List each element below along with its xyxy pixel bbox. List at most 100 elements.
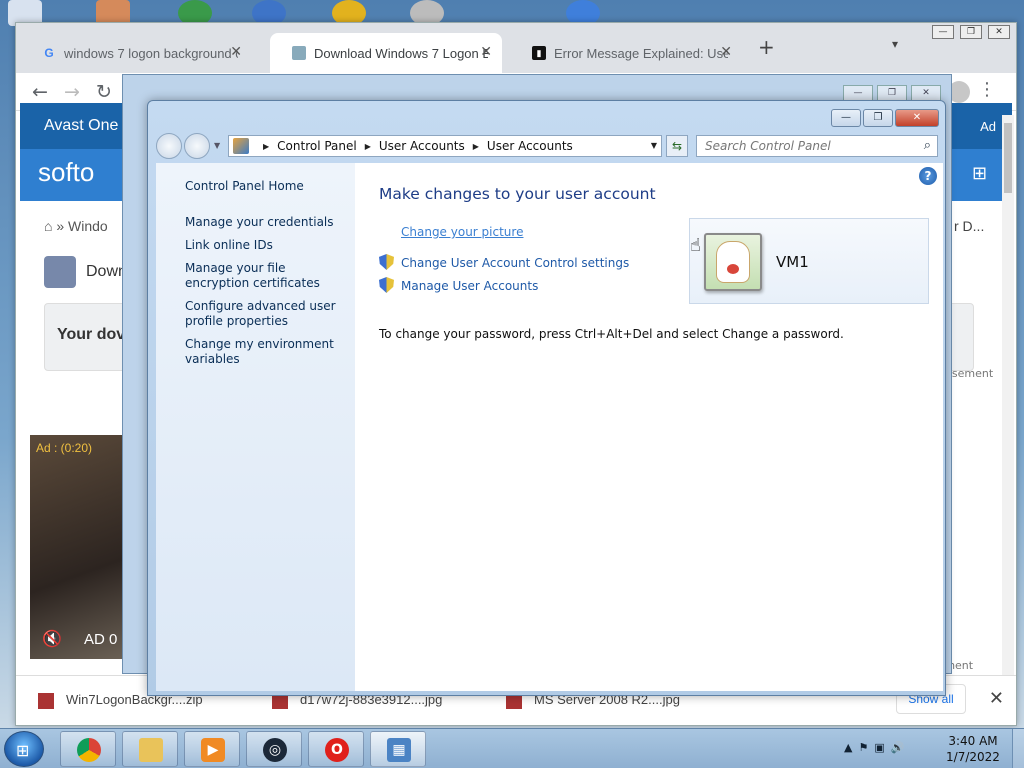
taskbar-media-player[interactable]: ▶: [184, 731, 240, 767]
address-segment[interactable]: User Accounts: [379, 139, 465, 153]
reload-icon[interactable]: ↻: [96, 81, 112, 103]
forward-arrow-icon[interactable]: [184, 133, 210, 159]
video-ad-label: Ad : (0:20): [36, 441, 93, 455]
folder-icon: [139, 738, 163, 762]
sidebar-link-profile-properties[interactable]: Configure advanced user profile properti…: [185, 299, 345, 329]
chevron-right-icon[interactable]: ▶: [365, 142, 371, 151]
close-icon[interactable]: ✕: [480, 43, 492, 60]
tab-error-message[interactable]: ▮ Error Message Explained: User Pr ✕: [510, 33, 742, 73]
close-icon[interactable]: ✕: [988, 25, 1010, 39]
search-input[interactable]: Search Control Panel ⌕: [696, 135, 938, 157]
manage-accounts-link[interactable]: Manage User Accounts: [379, 277, 538, 293]
close-icon[interactable]: ✕: [720, 43, 732, 60]
opera-icon: O: [325, 738, 349, 762]
breadcrumb-item[interactable]: » Windo: [56, 218, 107, 234]
search-placeholder: Search Control Panel: [705, 139, 831, 153]
tower-icon: ▮: [532, 46, 546, 60]
softonic-icon: [292, 46, 306, 60]
sidebar-link-environment-variables[interactable]: Change my environment variables: [185, 337, 345, 367]
taskbar-chrome[interactable]: [60, 731, 116, 767]
chevron-right-icon[interactable]: ▶: [473, 142, 479, 151]
steam-icon: ◎: [263, 738, 287, 762]
forward-arrow-icon[interactable]: →: [64, 81, 80, 103]
sidebar-link-online-ids[interactable]: Link online IDs: [185, 238, 345, 253]
change-picture-link[interactable]: Change your picture: [401, 225, 523, 239]
refresh-icon[interactable]: ⇆: [666, 135, 688, 157]
taskbar-steam[interactable]: ◎: [246, 731, 302, 767]
lucky-cat-icon: [716, 241, 750, 283]
tab-strip: G windows 7 logon background ch ✕ Downlo…: [16, 23, 1016, 73]
menu-kebab-icon[interactable]: ⋮: [978, 79, 996, 100]
page-title: Make changes to your user account: [379, 185, 656, 203]
search-icon[interactable]: ⌕: [924, 138, 931, 153]
download-title: Down: [44, 256, 127, 288]
taskbar: ⊞ ▶ ◎ O ▦ ▲⚑▣🔊 3:40 AM 1/7/2022: [0, 728, 1024, 768]
control-panel-window: — ❐ ✕ ▼ ▶ Control Panel ▶ User Accounts …: [147, 100, 946, 696]
tab-title: Download Windows 7 Logon Ba: [314, 45, 488, 61]
close-icon[interactable]: ✕: [895, 109, 939, 127]
taskbar-control-panel[interactable]: ▦: [370, 731, 426, 767]
sidebar-link-home[interactable]: Control Panel Home: [185, 179, 345, 194]
windows-logo-icon: ⊞: [16, 741, 30, 760]
address-segment[interactable]: Control Panel: [277, 139, 357, 153]
clock-time: 3:40 AM: [948, 734, 998, 748]
back-arrow-icon[interactable]: [156, 133, 182, 159]
chevron-down-icon[interactable]: ▼: [214, 141, 220, 150]
task-sidebar: Control Panel Home Manage your credentia…: [156, 163, 355, 691]
system-tray[interactable]: ▲⚑▣🔊: [844, 741, 910, 754]
close-icon[interactable]: ✕: [989, 688, 1004, 709]
app-icon: [44, 256, 76, 288]
taskbar-explorer[interactable]: [122, 731, 178, 767]
user-account-card: VM1: [689, 218, 929, 304]
back-arrow-icon[interactable]: ←: [32, 81, 48, 103]
banner-text: Avast One -: [44, 117, 129, 134]
window-controls: — ❐ ✕: [831, 109, 939, 127]
chevron-down-icon[interactable]: ▾: [892, 37, 898, 51]
breadcrumb: ⌂ » Windo: [44, 218, 108, 234]
site-logo[interactable]: softo: [38, 157, 94, 188]
tab-softonic[interactable]: Download Windows 7 Logon Ba ✕: [270, 33, 502, 73]
home-icon[interactable]: ⌂: [44, 218, 52, 234]
system-clock[interactable]: 3:40 AM 1/7/2022: [944, 733, 1002, 765]
page-scrollbar[interactable]: [1002, 115, 1014, 675]
download-title-text: Down: [86, 263, 127, 281]
google-icon: G: [44, 46, 54, 60]
chrome-icon: [77, 738, 101, 762]
minimize-icon[interactable]: —: [831, 109, 861, 127]
address-segment[interactable]: User Accounts: [487, 139, 573, 153]
sidebar-link-credentials[interactable]: Manage your credentials: [185, 215, 345, 230]
control-panel-icon: ▦: [387, 738, 411, 762]
chevron-right-icon[interactable]: ▶: [263, 142, 269, 151]
new-tab-button[interactable]: +: [758, 35, 775, 59]
sidebar-link-encryption[interactable]: Manage your file encryption certificates: [185, 261, 345, 291]
maximize-icon[interactable]: ❐: [877, 85, 907, 101]
navigation-buttons: ▼: [156, 133, 226, 159]
tab-google-search[interactable]: G windows 7 logon background ch ✕: [20, 33, 252, 73]
chevron-down-icon[interactable]: ▼: [651, 141, 657, 150]
uac-settings-link[interactable]: Change User Account Control settings: [379, 254, 629, 270]
mute-icon[interactable]: 🔇: [42, 629, 62, 648]
tab-title: Error Message Explained: User Pr: [554, 45, 728, 61]
media-player-icon: ▶: [201, 738, 225, 762]
show-desktop-button[interactable]: [1012, 729, 1024, 768]
avatar[interactable]: [704, 233, 762, 291]
windows-logo-icon: ⊞: [972, 163, 988, 184]
help-icon[interactable]: ?: [919, 167, 937, 185]
maximize-icon[interactable]: ❐: [863, 109, 893, 127]
maximize-icon[interactable]: ❐: [960, 25, 982, 39]
close-icon[interactable]: ✕: [230, 43, 242, 60]
tab-title: windows 7 logon background ch: [64, 45, 238, 61]
hand-cursor-icon: ☝: [690, 235, 701, 256]
user-name: VM1: [776, 253, 809, 271]
close-icon[interactable]: ✕: [911, 85, 941, 101]
minimize-icon[interactable]: —: [843, 85, 873, 101]
scrollbar-thumb[interactable]: [1004, 123, 1012, 193]
main-panel: ? Make changes to your user account Chan…: [355, 163, 943, 691]
window-controls: — ❐ ✕: [932, 25, 1010, 39]
taskbar-opera[interactable]: O: [308, 731, 364, 767]
minimize-icon[interactable]: —: [932, 25, 954, 39]
address-bar[interactable]: ▶ Control Panel ▶ User Accounts ▶ User A…: [228, 135, 662, 157]
content-area: Control Panel Home Manage your credentia…: [156, 163, 943, 691]
start-button[interactable]: ⊞: [4, 731, 44, 767]
shield-icon: [379, 254, 394, 270]
